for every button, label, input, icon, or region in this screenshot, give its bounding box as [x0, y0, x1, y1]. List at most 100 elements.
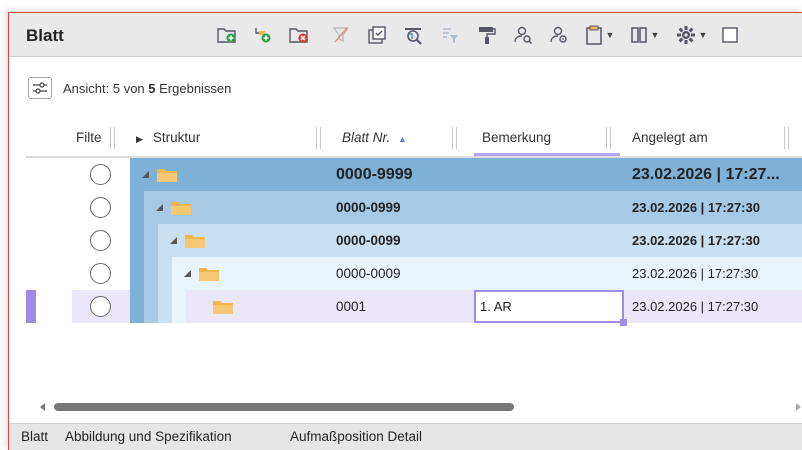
cell-fill-handle[interactable]	[620, 319, 627, 326]
folder-icon	[185, 235, 205, 248]
row-marker[interactable]	[26, 257, 72, 290]
column-resize-handle[interactable]	[316, 127, 321, 149]
result-prefix: Ansicht: 5 von	[63, 81, 149, 96]
scroll-left-arrow[interactable]	[40, 403, 45, 411]
folder-add-icon[interactable]	[215, 23, 239, 47]
structure-cell	[130, 191, 326, 224]
detail-tabs: Blatt Abbildung und Spezifikation Aufmaß…	[9, 423, 802, 450]
user-search-icon[interactable]	[511, 23, 535, 47]
table-row[interactable]: 0000-9999 23.02.2026 | 17:27...	[26, 158, 802, 191]
window-title: Blatt	[26, 26, 64, 45]
result-count-text: Ansicht: 5 von 5 Ergebnissen	[63, 81, 231, 96]
collapse-toggle-icon[interactable]	[142, 171, 149, 178]
structure-cell	[130, 257, 326, 290]
column-header-filter[interactable]: Filte	[72, 120, 110, 156]
tab-blatt[interactable]: Blatt	[21, 429, 48, 444]
tree-indent-guide	[172, 290, 186, 323]
tree-indent-guide	[130, 290, 144, 323]
row-radio[interactable]	[90, 164, 111, 185]
row-radio[interactable]	[90, 263, 111, 284]
structure-cell	[130, 224, 326, 257]
tab-abbildung-spezifikation[interactable]: Abbildung und Spezifikation	[65, 429, 232, 444]
column-resize-handle[interactable]	[110, 127, 115, 149]
scrollbar-thumb[interactable]	[54, 403, 514, 411]
table-row[interactable]: 0000-0999 23.02.2026 | 17:27:30	[26, 191, 802, 224]
created-cell[interactable]: 23.02.2026 | 17:27...	[624, 158, 802, 191]
user-zoom-icon[interactable]	[547, 23, 571, 47]
column-resize-handle[interactable]	[452, 127, 457, 149]
row-select-cell	[72, 224, 130, 257]
settings-dropdown-icon[interactable]: ▼	[673, 23, 709, 47]
tree-indent-guide	[158, 290, 172, 323]
created-cell[interactable]: 23.02.2026 | 17:27:30	[624, 224, 802, 257]
scroll-right-arrow[interactable]	[796, 403, 801, 411]
table-row[interactable]: 0000-0009 23.02.2026 | 17:27:30	[26, 257, 802, 290]
column-header-structure-label: Struktur	[152, 130, 201, 145]
row-marker[interactable]	[26, 224, 72, 257]
blatt-nr-cell[interactable]: 0000-9999	[326, 158, 474, 191]
remark-edit-input[interactable]: 1. AR	[474, 290, 624, 323]
table-row[interactable]: 0000-0099 23.02.2026 | 17:27:30	[26, 224, 802, 257]
folder-icon	[213, 301, 233, 314]
tree-indent-guide	[130, 224, 144, 257]
sliders-icon	[33, 82, 47, 94]
row-radio[interactable]	[90, 230, 111, 251]
remark-cell[interactable]	[474, 158, 624, 191]
paint-roller-icon[interactable]	[475, 23, 499, 47]
column-resize-handle[interactable]	[784, 127, 789, 149]
remark-cell[interactable]	[474, 191, 624, 224]
collapse-toggle-icon[interactable]	[170, 237, 177, 244]
row-select-cell	[72, 158, 130, 191]
tree-indent-guide	[144, 257, 158, 290]
folder-add-child-icon[interactable]	[251, 23, 275, 47]
clipboard-dropdown-icon[interactable]: ▼	[583, 23, 615, 47]
column-header-remark[interactable]: Bemerkung	[474, 120, 620, 156]
checkbox-icon[interactable]	[719, 23, 741, 47]
horizontal-scrollbar[interactable]	[26, 399, 802, 415]
folder-delete-icon[interactable]	[287, 23, 311, 47]
tree-indent-guide	[144, 224, 158, 257]
column-header-blatt-nr[interactable]: Blatt Nr. ▲	[334, 120, 452, 156]
folder-icon	[199, 268, 219, 281]
search-filter-icon[interactable]	[401, 23, 427, 47]
sort-ascending-icon: ▲	[398, 134, 407, 144]
folder-icon	[157, 169, 177, 182]
column-header-structure[interactable]: ▶ Struktur	[130, 120, 310, 156]
table-row[interactable]: 0001 23.02.2026 | 17:27:30 1. AR	[26, 290, 802, 326]
row-marker[interactable]	[26, 158, 72, 191]
remark-cell[interactable]	[474, 224, 624, 257]
result-suffix: Ergebnissen	[155, 81, 232, 96]
toolbar: Blatt ▼ ▼ ▼	[9, 13, 802, 57]
blatt-nr-cell[interactable]: 0000-0099	[326, 224, 474, 257]
checklist-icon[interactable]	[365, 23, 389, 47]
created-cell[interactable]: 23.02.2026 | 17:27:30	[624, 257, 802, 290]
app-window: Blatt ▼ ▼ ▼ Ansicht: 5 von 5 Ergebnissen…	[8, 12, 802, 450]
filter-clear-icon[interactable]	[329, 23, 353, 47]
columns-dropdown-icon[interactable]: ▼	[627, 23, 661, 47]
column-header-created[interactable]: Angelegt am	[624, 120, 784, 156]
created-cell[interactable]: 23.02.2026 | 17:27:30	[624, 290, 802, 323]
collapse-toggle-icon[interactable]	[156, 204, 163, 211]
row-radio[interactable]	[90, 197, 111, 218]
blatt-nr-cell[interactable]: 0000-0999	[326, 191, 474, 224]
tree-indent-guide	[144, 290, 158, 323]
view-settings-button[interactable]	[28, 77, 52, 99]
remark-cell[interactable]	[474, 257, 624, 290]
blatt-nr-cell[interactable]: 0001	[326, 290, 474, 323]
column-filter-icon[interactable]	[439, 23, 463, 47]
collapse-toggle-icon[interactable]	[184, 270, 191, 277]
column-resize-handle[interactable]	[606, 127, 611, 149]
tree-indent-guide	[158, 257, 172, 290]
structure-cell	[130, 158, 326, 191]
tab-aufmassposition-detail[interactable]: Aufmaßposition Detail	[290, 429, 422, 444]
created-cell[interactable]: 23.02.2026 | 17:27:30	[624, 191, 802, 224]
row-marker[interactable]	[26, 290, 72, 323]
row-select-cell	[72, 290, 130, 323]
row-select-cell	[72, 257, 130, 290]
expand-all-icon[interactable]: ▶	[136, 134, 143, 144]
tree-indent-guide	[130, 257, 144, 290]
row-marker[interactable]	[26, 191, 72, 224]
row-radio[interactable]	[90, 296, 111, 317]
tree-indent-guide	[130, 191, 144, 224]
blatt-nr-cell[interactable]: 0000-0009	[326, 257, 474, 290]
